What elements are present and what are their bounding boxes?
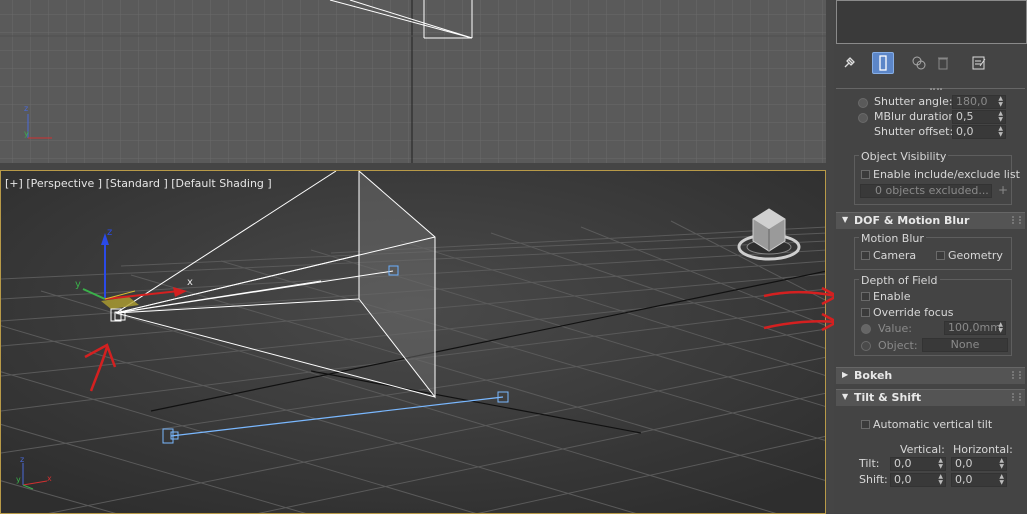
persp-axis-x-label: x (47, 474, 52, 483)
enable-include-exclude-checkbox[interactable] (861, 170, 870, 179)
rollout-collapsed-icon: ▶ (842, 370, 849, 379)
perspective-viewport[interactable]: [+] [Perspective ] [Standard ] [Default … (0, 170, 826, 514)
focus-value-spinner[interactable]: 100,0mm ▲ ▼ (944, 321, 1006, 335)
top-axis-z-label: z (24, 104, 29, 113)
shift-vertical-spinner[interactable]: 0,0 ▲ ▼ (890, 473, 946, 487)
focus-object-label: Object: (878, 339, 918, 352)
focus-object-value: None (950, 338, 980, 351)
shutter-offset-value: 0,0 (956, 125, 974, 138)
mblur-duration-label: MBlur duration: (874, 110, 960, 123)
shutter-offset-label: Shutter offset: (874, 125, 954, 138)
tilt-shift-rollout-header[interactable]: ▼ Tilt & Shift (836, 389, 1025, 406)
tilt-vertical-spinner[interactable]: 0,0 ▲ ▼ (890, 457, 946, 471)
auto-vertical-tilt-label: Automatic vertical tilt (873, 418, 993, 431)
enable-include-exclude-label: Enable include/exclude list (873, 168, 1020, 181)
gizmo-x-label: x (187, 277, 193, 288)
shutter-angle-label: Shutter angle: (874, 95, 953, 108)
shift-vertical-value: 0,0 (894, 473, 912, 486)
viewport-point-of-view-label[interactable]: [Perspective ] (26, 177, 102, 190)
configure-modifier-sets-button[interactable] (968, 52, 990, 74)
depth-of-field-title: Depth of Field (859, 274, 940, 287)
motion-blur-geometry-checkbox[interactable] (936, 251, 945, 260)
scroll-grip[interactable] (930, 88, 942, 93)
viewcube[interactable] (735, 201, 805, 267)
annotation-arrows-panel (763, 286, 840, 332)
rollout-grip-icon (1012, 371, 1021, 379)
configure-icon (972, 56, 986, 70)
shift-horizontal-spinner[interactable]: 0,0 ▲ ▼ (951, 473, 1007, 487)
motion-blur-group-title: Motion Blur (859, 232, 926, 245)
viewport-label[interactable]: [+] [Perspective ] [Standard ] [Default … (5, 177, 272, 190)
top-viewport-grid (0, 0, 826, 163)
dof-enable-label: Enable (873, 290, 911, 303)
modify-icon (879, 55, 887, 71)
dof-motion-blur-rollout-header[interactable]: ▼ DOF & Motion Blur (836, 212, 1025, 229)
viewport-divider-vertical[interactable] (826, 0, 834, 514)
add-exclude-button[interactable]: + (998, 183, 1008, 197)
pin-stack-button[interactable] (838, 52, 860, 74)
tilt-shift-rollout-title: Tilt & Shift (854, 391, 922, 404)
delete-icon (938, 57, 948, 70)
include-exclude-list-button[interactable]: 0 objects excluded... (860, 184, 992, 198)
rollout-expanded-icon: ▼ (842, 392, 849, 401)
top-viewport[interactable]: z y (0, 0, 826, 163)
focus-object-radio[interactable] (861, 341, 871, 351)
objects-excluded-text: 0 objects excluded... (875, 184, 989, 197)
tilt-vertical-value: 0,0 (894, 457, 912, 470)
motion-blur-camera-label: Camera (873, 249, 917, 262)
mblur-duration-spinner[interactable]: 0,5 ▲ ▼ (952, 110, 1006, 124)
make-unique-button[interactable] (908, 52, 930, 74)
tilt-label: Tilt: (859, 457, 880, 470)
rollout-expanded-icon: ▼ (842, 215, 849, 224)
top-axis-y-label: y (24, 129, 29, 138)
persp-axis-y-label: y (16, 475, 21, 484)
dof-enable-checkbox[interactable] (861, 292, 870, 301)
gizmo-y-label: y (75, 279, 81, 290)
override-focus-checkbox[interactable] (861, 308, 870, 317)
modify-tab[interactable] (872, 52, 894, 74)
viewport-render-mode-label[interactable]: [Standard ] (106, 177, 168, 190)
viewport-shading-label[interactable]: [Default Shading ] (171, 177, 271, 190)
persp-axis-z-label: z (20, 455, 25, 464)
rollout-grip-icon (1012, 216, 1021, 224)
shift-label: Shift: (859, 473, 888, 486)
horizontal-header: Horizontal: (953, 443, 1013, 456)
object-name-box[interactable] (836, 0, 1027, 44)
focus-object-picker[interactable]: None (922, 338, 1008, 352)
vertical-header: Vertical: (900, 443, 945, 456)
focus-value-text: 100,0mm (948, 321, 1001, 334)
tilt-horizontal-value: 0,0 (955, 457, 973, 470)
focus-value-radio[interactable] (861, 324, 871, 334)
motion-blur-geometry-label: Geometry (948, 249, 1003, 262)
pin-icon (844, 57, 855, 68)
hierarchy-icon (912, 56, 926, 70)
mblur-duration-value: 0,5 (956, 110, 974, 123)
bokeh-rollout-title: Bokeh (854, 369, 893, 382)
viewport-divider-horizontal[interactable] (0, 163, 830, 170)
shutter-angle-radio[interactable] (858, 98, 868, 108)
motion-blur-camera-checkbox[interactable] (861, 251, 870, 260)
gizmo-z-label: z (107, 227, 113, 238)
override-focus-label: Override focus (873, 306, 954, 319)
command-panel: Shutter angle: 180,0 ▲ ▼ MBlur duration: 0… (834, 0, 1027, 514)
perspective-scene (1, 171, 825, 513)
shutter-angle-value: 180,0 (956, 95, 988, 108)
shutter-angle-spinner[interactable]: 180,0 ▲ ▼ (952, 95, 1006, 109)
bokeh-rollout-header[interactable]: ▶ Bokeh (836, 367, 1025, 384)
tilt-horizontal-spinner[interactable]: 0,0 ▲ ▼ (951, 457, 1007, 471)
remove-modifier-button[interactable] (932, 52, 954, 74)
viewport-menu-plus[interactable]: [+] (5, 177, 23, 190)
shift-horizontal-value: 0,0 (955, 473, 973, 486)
mblur-duration-radio[interactable] (858, 113, 868, 123)
rollout-grip-icon (1012, 393, 1021, 401)
focus-value-label: Value: (878, 322, 912, 335)
auto-vertical-tilt-checkbox[interactable] (861, 420, 870, 429)
shutter-offset-spinner[interactable]: 0,0 ▲ ▼ (952, 125, 1006, 139)
object-visibility-title: Object Visibility (859, 150, 949, 163)
dof-rollout-title: DOF & Motion Blur (854, 214, 970, 227)
